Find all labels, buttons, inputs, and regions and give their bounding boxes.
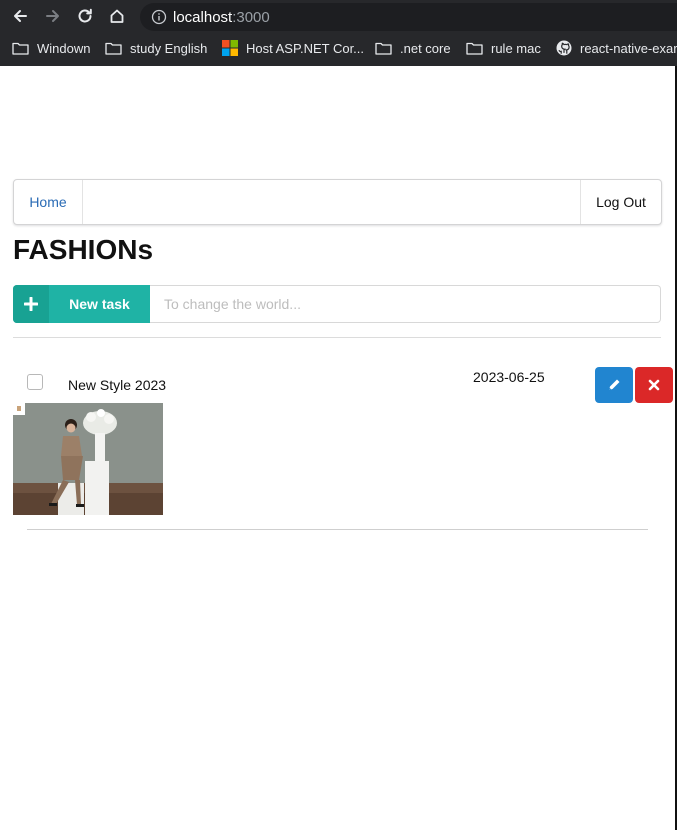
divider xyxy=(27,529,648,530)
page-title: FASHIONs xyxy=(13,234,154,265)
reload-icon xyxy=(78,8,92,23)
house-icon xyxy=(110,9,124,23)
bookmark-net-core[interactable]: .net core xyxy=(375,37,451,59)
microsoft-logo-icon xyxy=(222,40,238,56)
plus-icon xyxy=(13,285,49,323)
top-menu: Home Log Out xyxy=(13,179,662,225)
bookmark-study-english[interactable]: study English xyxy=(105,37,207,59)
task-name: New Style 2023 xyxy=(68,377,167,393)
home-browser-button[interactable] xyxy=(106,5,128,27)
edit-task-button[interactable] xyxy=(595,367,633,403)
back-button[interactable] xyxy=(9,5,31,27)
folder-icon xyxy=(12,42,29,55)
new-task-button[interactable]: New task xyxy=(13,285,150,323)
reload-button[interactable] xyxy=(74,5,96,27)
menu-item-home[interactable]: Home xyxy=(14,180,83,224)
close-icon xyxy=(648,379,660,391)
bookmarks-bar: Windown study English Host ASP.NET Cor..… xyxy=(0,37,677,59)
github-icon xyxy=(556,40,572,56)
forward-button[interactable] xyxy=(42,5,64,27)
back-arrow-icon xyxy=(14,10,27,22)
bookmark-windown[interactable]: Windown xyxy=(12,37,90,59)
new-task-input[interactable] xyxy=(150,285,661,323)
info-icon[interactable] xyxy=(151,9,167,25)
address-bar[interactable]: localhost:3000 xyxy=(140,3,677,31)
new-task-form: New task xyxy=(13,285,661,323)
task-item: New Style 2023 2023-06-25 xyxy=(0,366,677,531)
delete-task-button[interactable] xyxy=(635,367,673,403)
forward-arrow-icon xyxy=(46,10,59,22)
url-text: localhost:3000 xyxy=(173,8,270,26)
task-date: 2023-06-25 xyxy=(473,369,545,385)
bookmark-host-aspnet[interactable]: Host ASP.NET Cor... xyxy=(222,37,364,59)
task-photo xyxy=(13,403,163,515)
task-checkbox[interactable] xyxy=(27,374,43,390)
bookmark-rule-mac[interactable]: rule mac xyxy=(466,37,541,59)
page-content: Home Log Out FASHIONs New task New Style… xyxy=(0,66,677,830)
divider xyxy=(13,337,661,338)
browser-toolbar: localhost:3000 Windown study English Hos… xyxy=(0,0,677,66)
folder-icon xyxy=(105,42,122,55)
folder-icon xyxy=(375,42,392,55)
pencil-icon xyxy=(609,379,620,390)
logout-button[interactable]: Log Out xyxy=(580,180,661,224)
bookmark-react-native[interactable]: react-native-exar xyxy=(556,37,677,59)
new-task-label: New task xyxy=(69,296,130,312)
folder-icon xyxy=(466,42,483,55)
